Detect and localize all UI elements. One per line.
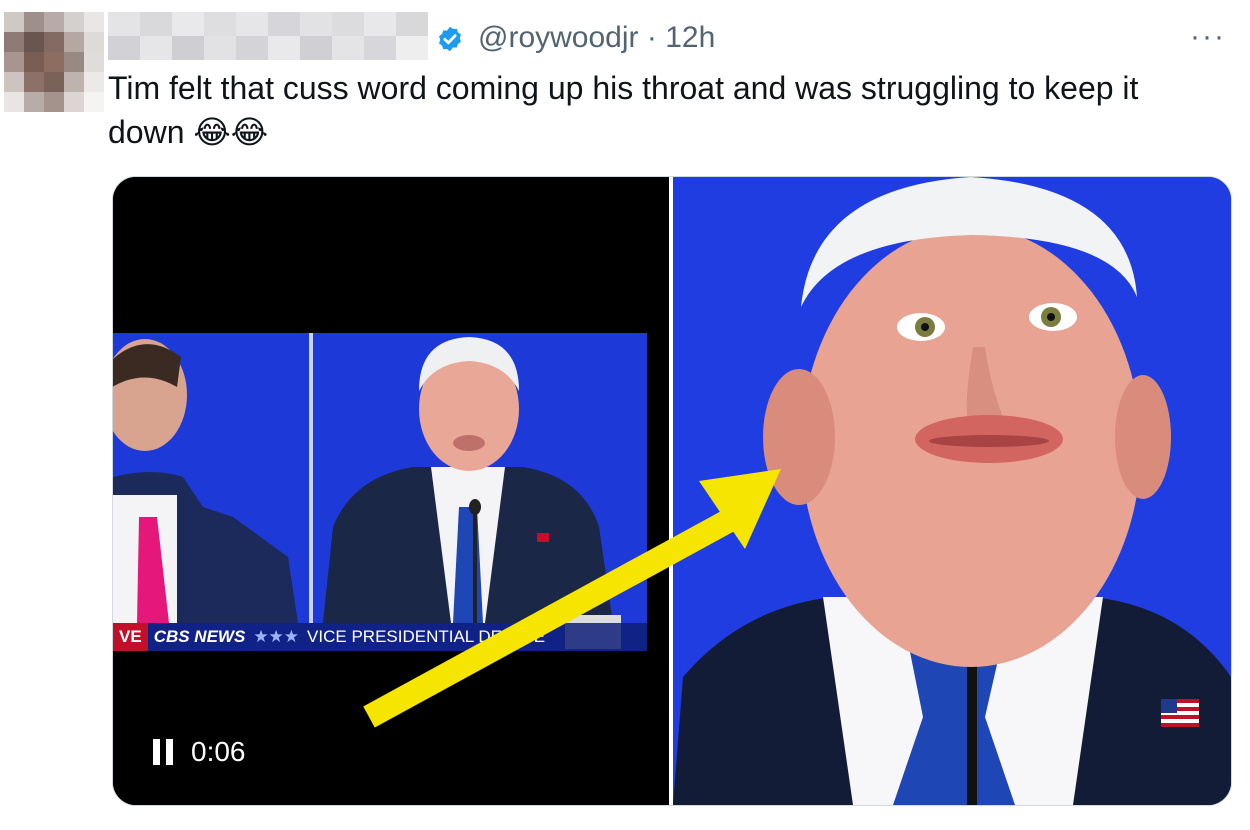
chyron-title: VICE PRESIDENTIAL DEBATE [307,627,546,646]
more-icon[interactable]: ··· [1190,20,1226,54]
user-handle[interactable]: @roywoodjr [478,21,639,54]
media-grid[interactable]: VE CBS NEWS ★★★ VICE PRESIDENTIAL DEBATE 0:… [112,176,1232,806]
meta-separator: · [646,21,657,54]
video-frame [113,177,669,805]
chyron-dots: ★★★ [253,627,300,646]
video-timestamp: 0:06 [191,736,246,767]
tweet-time[interactable]: 12h [665,21,715,54]
closeup-image [673,177,1231,805]
photo-closeup[interactable] [673,177,1231,805]
chyron-network: CBS NEWS [153,627,246,646]
tweet-text: Tim felt that cuss word coming up his th… [108,70,1139,150]
avatar[interactable] [4,12,104,112]
pause-icon[interactable] [153,739,177,765]
tweet-meta: @roywoodjr · 12h [478,18,715,58]
news-chyron: VE CBS NEWS ★★★ VICE PRESIDENTIAL DEBATE [113,623,647,651]
chyron-live: VE [113,623,148,651]
verified-badge-icon [439,26,461,52]
display-name[interactable] [108,12,428,60]
video-player[interactable]: VE CBS NEWS ★★★ VICE PRESIDENTIAL DEBATE 0:… [113,177,669,805]
